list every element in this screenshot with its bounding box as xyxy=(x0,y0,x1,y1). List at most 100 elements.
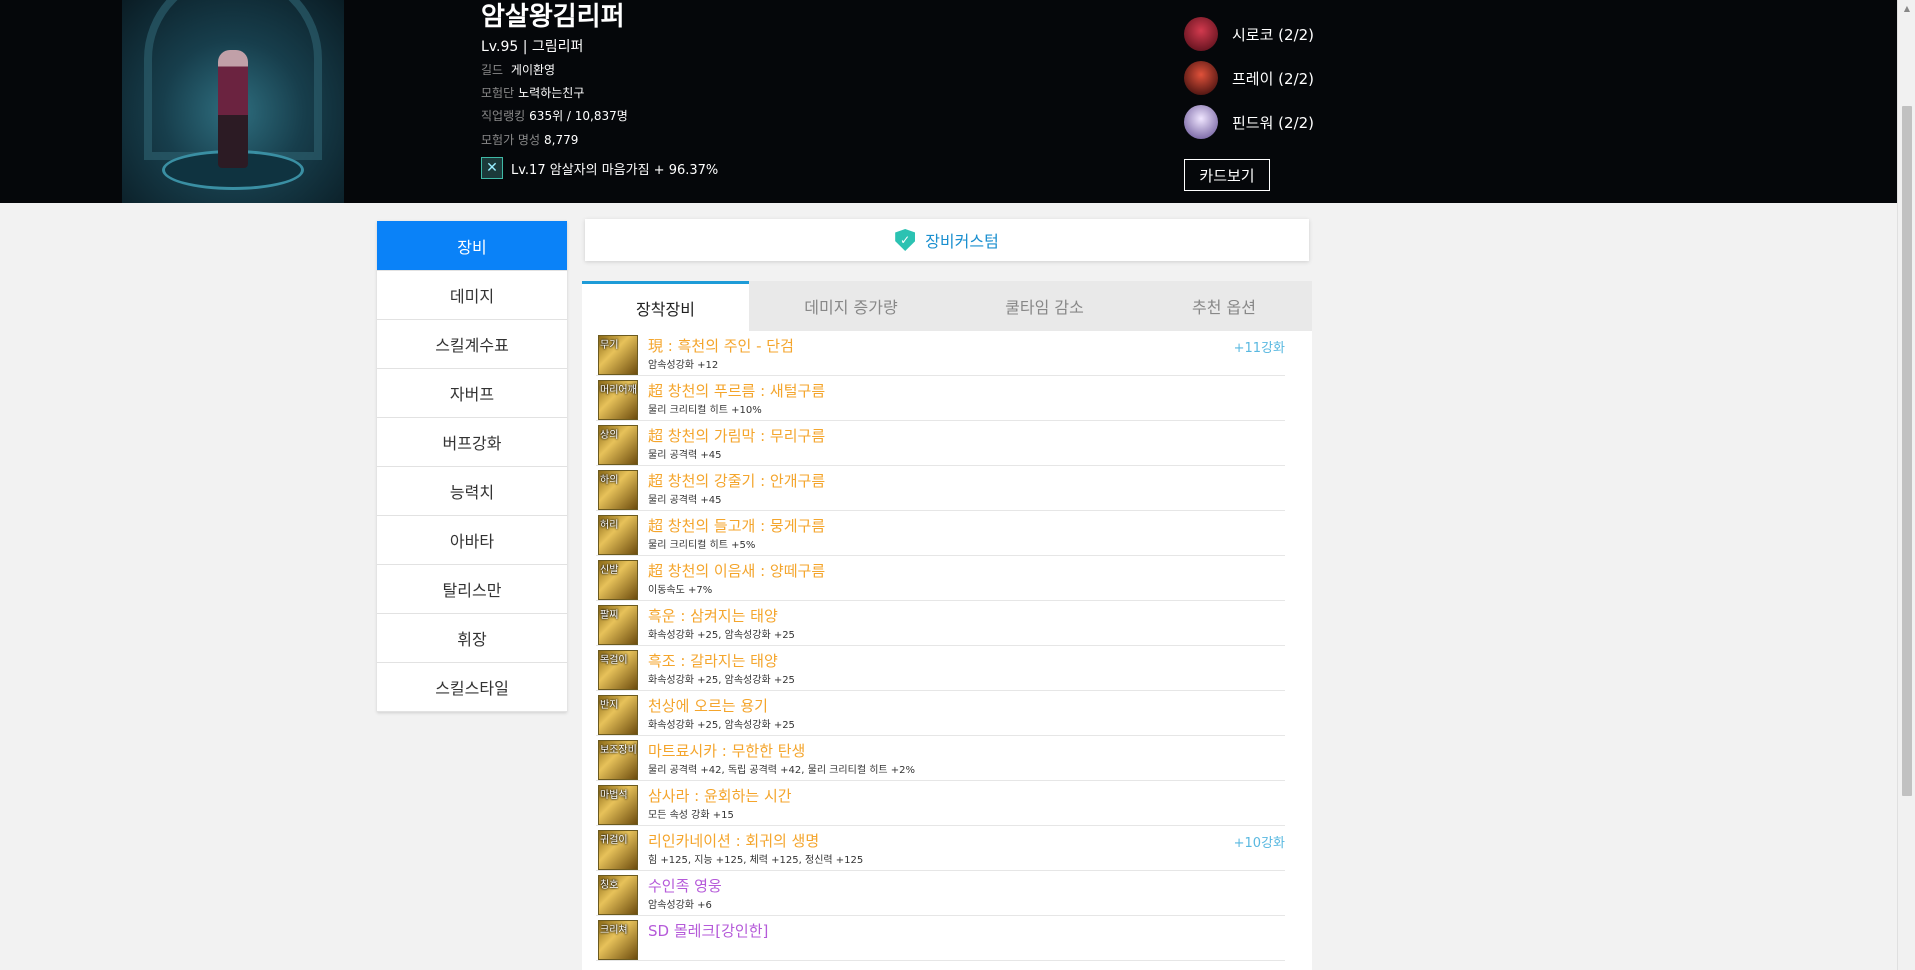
creature-avatar-icon xyxy=(1184,17,1218,51)
equipment-name[interactable]: 超 창천의 가림막 : 무리구름 xyxy=(648,425,825,446)
fame-value: 8,779 xyxy=(544,133,579,147)
equipment-name[interactable]: 천상에 오르는 용기 xyxy=(648,695,768,716)
equipment-slot-label: 보조장비 xyxy=(600,745,637,756)
shield-check-icon: ✓ xyxy=(895,229,916,251)
sidebar-item-skill-coefficients[interactable]: 스킬계수표 xyxy=(377,320,567,369)
page-scrollbar[interactable]: ▲ xyxy=(1897,0,1915,970)
equipment-name[interactable]: 흑조 : 갈라지는 태양 xyxy=(648,650,778,671)
equipment-name[interactable]: 리인카네이션 : 회귀의 생명 xyxy=(648,830,819,851)
equipment-option: 물리 공격력 +42, 독립 공격력 +42, 물리 크리티컬 히트 +2% xyxy=(648,765,916,776)
card-view-button[interactable]: 카드보기 xyxy=(1184,159,1270,191)
equipment-option: 힘 +125, 지능 +125, 체력 +125, 정신력 +125 xyxy=(648,855,864,866)
equipment-option: 암속성강화 +6 xyxy=(648,900,712,911)
equipment-item-icon[interactable]: 무기 xyxy=(598,335,638,375)
equipment-item-icon[interactable]: 목걸이 xyxy=(598,650,638,690)
creature-label: 시로코 (2/2) xyxy=(1232,25,1315,44)
equipment-slot-label: 크리쳐 xyxy=(600,925,628,936)
equipment-name[interactable]: 超 창천의 강줄기 : 안개구름 xyxy=(648,470,825,491)
equipment-item-icon[interactable]: 반지 xyxy=(598,695,638,735)
equipment-item-icon[interactable]: 보조장비 xyxy=(598,740,638,780)
equipment-name[interactable]: 超 창천의 이음새 : 양떼구름 xyxy=(648,560,825,581)
equipment-row[interactable]: 귀걸이 리인카네이션 : 회귀의 생명힘 +125, 지능 +125, 체력 +1… xyxy=(596,826,1285,871)
scroll-up-arrow-icon[interactable]: ▲ xyxy=(1898,0,1915,17)
equipment-custom-label: 장비커스텀 xyxy=(925,232,999,251)
sidebar-item-damage[interactable]: 데미지 xyxy=(377,271,567,320)
tab-cooldown-reduction[interactable]: 쿨타임 감소 xyxy=(953,281,1136,331)
scrollbar-thumb[interactable] xyxy=(1902,106,1912,796)
buff-row: ✕ Lv.17 암살자의 마음가짐 + 96.37% xyxy=(481,157,718,179)
equipment-row[interactable]: 칭호 수인족 영웅암속성강화 +6 xyxy=(596,871,1285,916)
fame-label: 모험가 명성 xyxy=(481,133,541,147)
equipment-item-icon[interactable]: 마법석 xyxy=(598,785,638,825)
equipment-row[interactable]: 목걸이 흑조 : 갈라지는 태양 화속성강화 +25, 암속성강화 +25 xyxy=(596,646,1285,691)
equipment-item-icon[interactable]: 상의 xyxy=(598,425,638,465)
equipment-row[interactable]: 허리 超 창천의 들고개 : 뭉게구름 물리 크리티컬 히트 +5% xyxy=(596,511,1285,556)
equipment-row[interactable]: 크리쳐 SD 몰레크[강인한] xyxy=(596,916,1285,961)
equipment-row[interactable]: 보조장비 마트료시카 : 무한한 탄생물리 공격력 +42, 독립 공격력 +42… xyxy=(596,736,1285,781)
equipment-enhance-level: +11강화 xyxy=(1233,341,1285,356)
crossed-blades-icon: ✕ xyxy=(481,157,503,179)
creature-label: 핀드워 (2/2) xyxy=(1232,113,1315,132)
equipment-name[interactable]: 흑운 : 삼켜지는 태양 xyxy=(648,605,778,626)
creature-item: 핀드워 (2/2) xyxy=(1184,105,1314,139)
equipment-row[interactable]: 머리어깨 超 창천의 푸르름 : 새털구름물리 크리티컬 히트 +10% xyxy=(596,376,1285,421)
equipment-item-icon[interactable]: 신발 xyxy=(598,560,638,600)
buff-label: Lv.17 암살자의 마음가짐 + 96.37% xyxy=(511,162,719,178)
equipment-slot-label: 목걸이 xyxy=(600,655,628,666)
sidebar-item-buff-enhance[interactable]: 버프강화 xyxy=(377,418,567,467)
equipment-row[interactable]: 마법석 삼사라 : 윤회하는 시간 모든 속성 강화 +15 xyxy=(596,781,1285,826)
fame-row: 모험가 명성 8,779 xyxy=(481,131,578,148)
sidebar-item-skill-style[interactable]: 스킬스타일 xyxy=(377,663,567,712)
equipment-name[interactable]: 삼사라 : 윤회하는 시간 xyxy=(648,785,792,806)
equipment-row[interactable]: 팔찌 흑운 : 삼켜지는 태양 화속성강화 +25, 암속성강화 +25 xyxy=(596,601,1285,646)
equipment-slot-label: 반지 xyxy=(600,700,619,711)
equipment-item-icon[interactable]: 허리 xyxy=(598,515,638,555)
tab-recommended-options[interactable]: 추천 옵션 xyxy=(1136,281,1312,331)
equipment-slot-label: 신발 xyxy=(600,565,619,576)
rank-value: 635위 / 10,837명 xyxy=(529,109,628,123)
equipment-option: 물리 크리티컬 히트 +10% xyxy=(648,405,762,416)
sidebar-menu: 장비 데미지 스킬계수표 자버프 버프강화 능력치 아바타 탈리스만 휘장 스킬… xyxy=(377,221,567,712)
equipment-tabs: 장착장비 데미지 증가량 쿨타임 감소 추천 옵션 xyxy=(582,281,1312,331)
equipment-option: 이동속도 +7% xyxy=(648,585,713,596)
guild-value: 게이환영 xyxy=(510,63,556,77)
equipment-item-icon[interactable]: 크리쳐 xyxy=(598,920,638,960)
equipment-row[interactable]: 반지 천상에 오르는 용기 화속성강화 +25, 암속성강화 +25 xyxy=(596,691,1285,736)
equipment-name[interactable]: 現 : 흑천의 주인 - 단검 xyxy=(648,335,794,356)
equipment-option: 암속성강화 +12 xyxy=(648,360,719,371)
equipment-option: 물리 공격력 +45 xyxy=(648,450,722,461)
creature-item: 시로코 (2/2) xyxy=(1184,17,1314,51)
sidebar-item-talisman[interactable]: 탈리스만 xyxy=(377,565,567,614)
sidebar-item-equipment[interactable]: 장비 xyxy=(377,221,567,271)
equipment-row[interactable]: 신발 超 창천의 이음새 : 양떼구름이동속도 +7% xyxy=(596,556,1285,601)
equipment-name[interactable]: 마트료시카 : 무한한 탄생 xyxy=(648,740,805,761)
equipment-item-icon[interactable]: 귀걸이 xyxy=(598,830,638,870)
equipment-slot-label: 칭호 xyxy=(600,880,619,891)
tab-damage-increase[interactable]: 데미지 증가량 xyxy=(749,281,953,331)
equipment-slot-label: 허리 xyxy=(600,520,619,531)
sidebar-item-avatar[interactable]: 아바타 xyxy=(377,516,567,565)
equipment-row[interactable]: 하의 超 창천의 강줄기 : 안개구름 물리 공격력 +45 xyxy=(596,466,1285,511)
tab-equipped[interactable]: 장착장비 xyxy=(582,281,749,331)
equipment-item-icon[interactable]: 팔찌 xyxy=(598,605,638,645)
equipment-enhance-level: +10강화 xyxy=(1233,836,1285,851)
equipment-slot-label: 하의 xyxy=(600,475,619,486)
sidebar-item-stats[interactable]: 능력치 xyxy=(377,467,567,516)
equipment-item-icon[interactable]: 머리어깨 xyxy=(598,380,638,420)
creature-label: 프레이 (2/2) xyxy=(1232,69,1315,88)
adventure-value: 노력하는친구 xyxy=(518,86,585,100)
guild-label: 길드 xyxy=(481,63,504,77)
equipment-row[interactable]: 상의 超 창천의 가림막 : 무리구름물리 공격력 +45 xyxy=(596,421,1285,466)
equipment-name[interactable]: 수인족 영웅 xyxy=(648,875,722,896)
equipment-name[interactable]: 超 창천의 푸르름 : 새털구름 xyxy=(648,380,825,401)
equipment-row[interactable]: 무기 現 : 흑천의 주인 - 단검암속성강화 +12 +11강화 xyxy=(596,331,1285,376)
equipment-name[interactable]: 超 창천의 들고개 : 뭉게구름 xyxy=(648,515,825,536)
equipment-slot-label: 상의 xyxy=(600,430,619,441)
equipment-item-icon[interactable]: 칭호 xyxy=(598,875,638,915)
equipment-item-icon[interactable]: 하의 xyxy=(598,470,638,510)
creature-item: 프레이 (2/2) xyxy=(1184,61,1314,95)
sidebar-item-emblem[interactable]: 휘장 xyxy=(377,614,567,663)
sidebar-item-self-buff[interactable]: 자버프 xyxy=(377,369,567,418)
equipment-name[interactable]: SD 몰레크[강인한] xyxy=(648,920,768,941)
equipment-custom-button[interactable]: ✓ 장비커스텀 xyxy=(585,219,1309,261)
